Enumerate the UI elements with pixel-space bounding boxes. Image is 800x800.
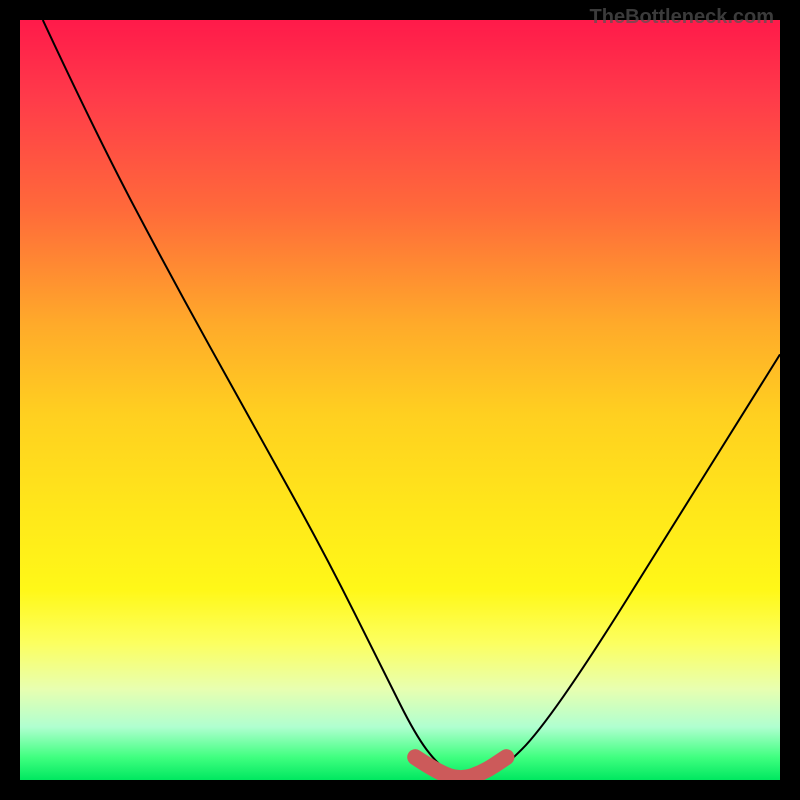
watermark-text: TheBottleneck.com: [590, 6, 774, 29]
bottleneck-curve: [43, 20, 780, 780]
chart-svg: [20, 20, 780, 780]
chart-plot-area: [20, 20, 780, 780]
highlight-region: [415, 757, 506, 778]
